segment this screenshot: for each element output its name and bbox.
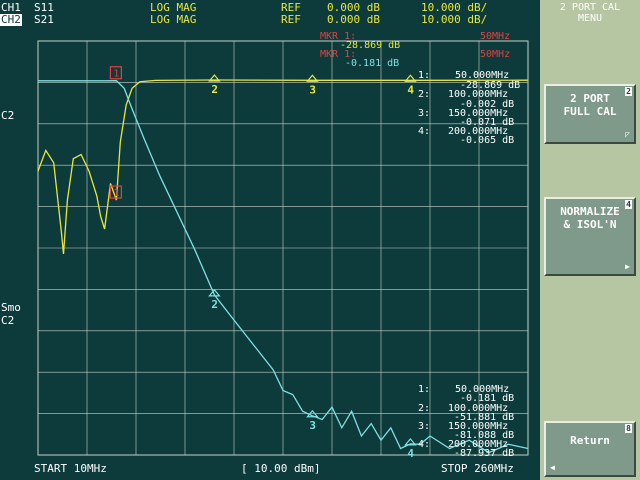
softkey-label-line2: & ISOL'N [563,218,617,231]
softkey-label-line1: 2 PORT [570,92,610,105]
two-port-full-cal-button[interactable]: 2 2 PORT FULL CAL ◸ [544,84,636,144]
stop-frequency: STOP 260MHz [441,462,514,475]
correction-indicator-top: C2 [1,109,15,122]
softkey-label-line1: NORMALIZE [560,205,620,218]
return-button[interactable]: 8 Return ◀ [544,421,636,477]
softkey-index-badge: 8 [625,424,632,433]
marker-table-ch2-index: 1: [418,384,431,395]
marker-table-ch2-index: 3: [418,421,431,432]
correction-indicator-bottom: C2 [1,314,15,327]
svg-text:2: 2 [211,83,218,96]
marker-s21-1: 1 [109,66,123,80]
softkey-index-badge: 4 [625,200,632,209]
softkey-index-badge: 2 [625,87,632,96]
svg-text:2: 2 [211,298,218,311]
softkey-label: Return [570,434,610,447]
ch2-scale: 10.000 dB/ [421,13,488,26]
ch2-ref-value: 0.000 dB [327,13,380,26]
softkey-arrow-icon: ▶ [625,262,630,271]
source-power: [ 10.00 dBm] [241,462,321,475]
mkr2-readout-freq: 50MHz [480,49,511,60]
marker-s21-4: 4 [404,437,417,460]
svg-text:1: 1 [113,69,119,80]
softkey-arrow-icon: ◸ [625,130,630,139]
mkr2-readout-value: -0.181 dB [345,58,400,69]
marker-table-ch2-value: -87.937 dB [454,448,515,459]
ch2-parameter: S21 [34,13,54,26]
softkey-label: NORMALIZE & ISOL'N [546,205,634,231]
menu-title-line1: 2 PORT CAL [559,2,621,13]
marker-s11-3: 3 [306,74,319,96]
markers: 1 2 3 4 1 2 3 4 [109,66,417,460]
svg-text:3: 3 [309,419,316,432]
smoothing-indicator: Smo [1,301,21,314]
mkr1-readout-freq: 50MHz [480,31,511,42]
softkey-label-line2: FULL CAL [563,105,617,118]
ch2-ref-label: REF [281,13,301,26]
marker-s11-2: 2 [208,74,221,96]
svg-text:4: 4 [407,83,414,96]
marker-table-ch1-value: -0.065 dB [460,135,515,146]
ch2-label-active: CH2 [0,13,22,26]
softkey-label: 2 PORT FULL CAL [546,92,634,118]
marker-table-ch1-index: 2: [418,89,431,100]
marker-table-ch1-index: 4: [418,126,431,137]
start-frequency: START 10MHz [34,462,107,475]
menu-title: 2 PORT CAL MENU [540,2,640,24]
ch2-format: LOG MAG [150,13,197,26]
normalize-isoln-button[interactable]: 4 NORMALIZE & ISOL'N ▶ [544,197,636,276]
marker-table-ch1-index: 1: [418,70,431,81]
marker-table-ch1-index: 3: [418,108,431,119]
softkey-arrow-left-icon: ◀ [550,463,555,472]
marker-s11-4: 4 [404,74,417,96]
marker-s21-2: 2 [208,288,221,311]
svg-text:1: 1 [113,188,119,199]
menu-title-line2: MENU [577,13,603,24]
svg-text:3: 3 [309,83,316,96]
marker-table-ch2-index: 4: [418,439,431,450]
svg-text:4: 4 [407,447,414,460]
marker-table-ch2-index: 2: [418,403,431,414]
